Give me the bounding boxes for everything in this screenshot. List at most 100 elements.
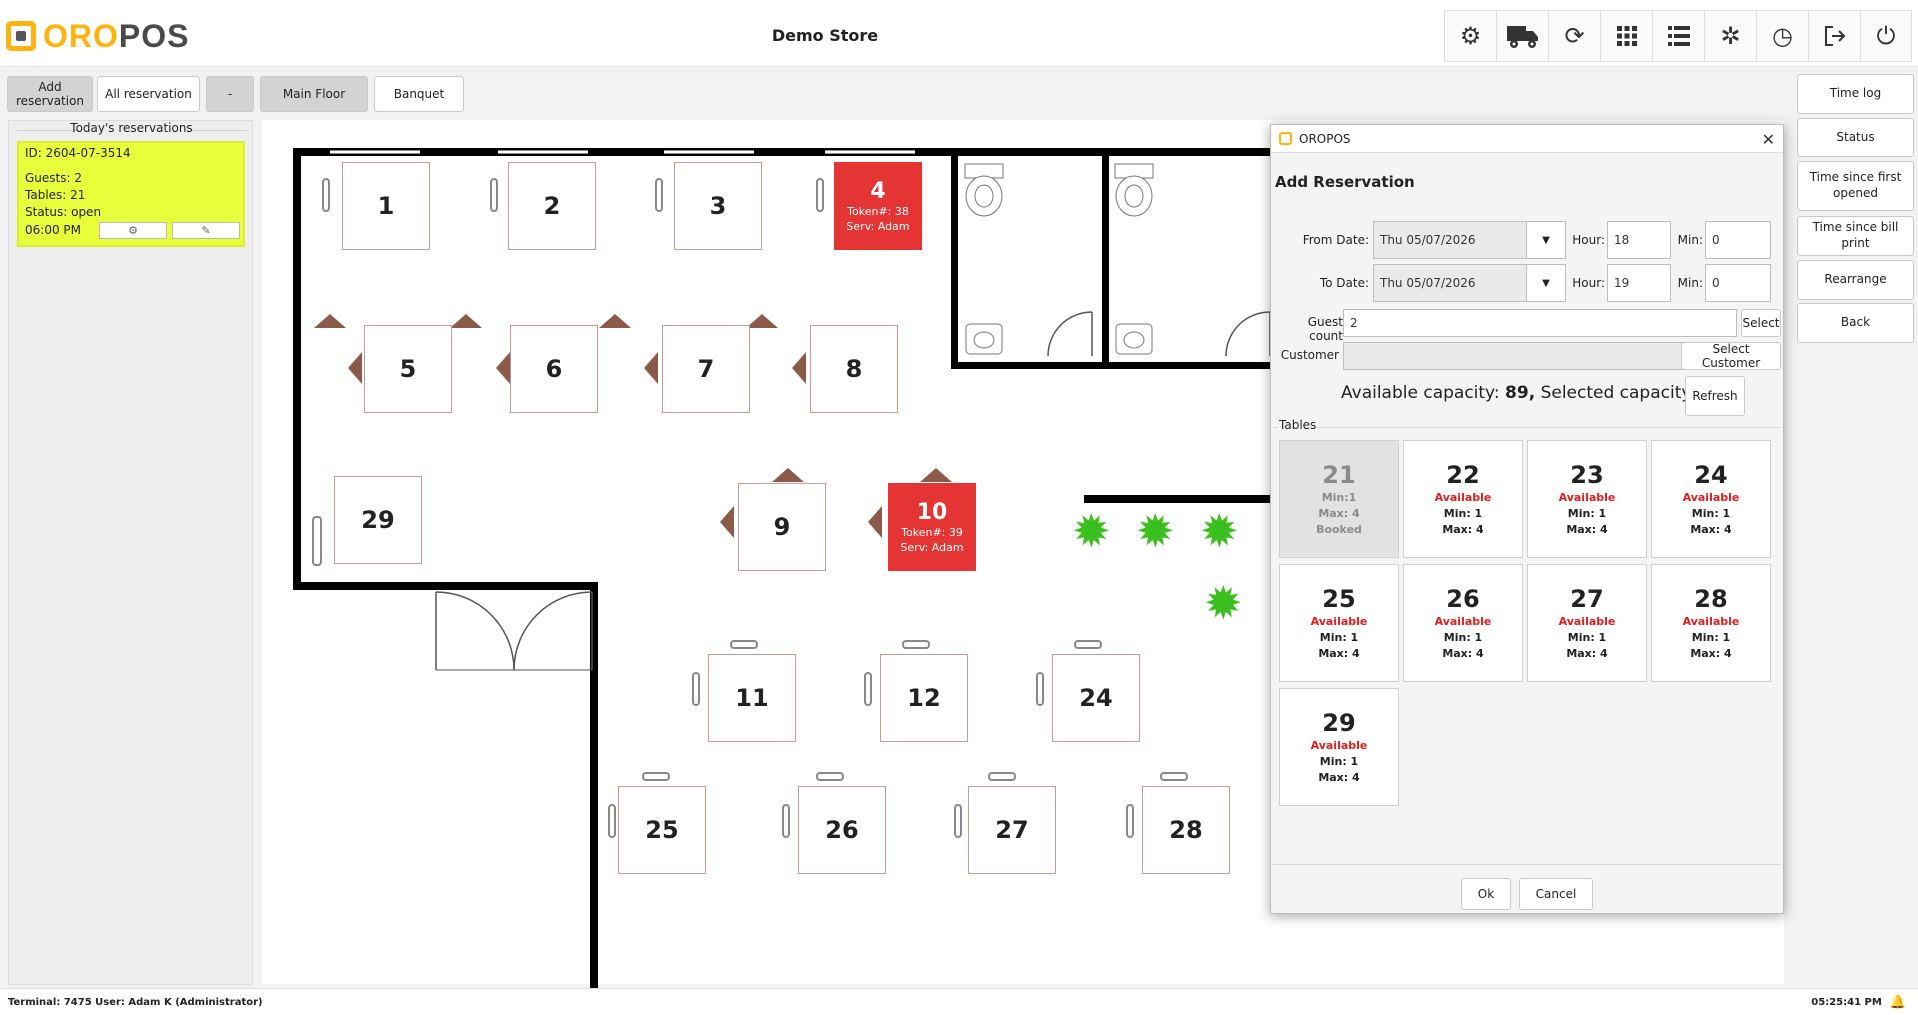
floor-table-9[interactable]: 9 bbox=[738, 483, 826, 571]
chair-icon bbox=[1074, 640, 1102, 649]
chevron-down-icon[interactable]: ▼ bbox=[1526, 221, 1566, 259]
table-cell-number: 26 bbox=[1446, 585, 1480, 613]
table-cell-22[interactable]: 22 Available Min: 1 Max: 4 bbox=[1403, 440, 1523, 558]
tools-icon[interactable]: ✲ bbox=[1704, 10, 1756, 62]
to-min-label: Min: bbox=[1677, 276, 1703, 290]
list-icon[interactable] bbox=[1652, 10, 1704, 62]
table-cell-max: Max: 4 bbox=[1318, 771, 1360, 784]
from-hour-field[interactable]: 18 bbox=[1607, 221, 1671, 259]
time-since-first-opened-button[interactable]: Time since first opened bbox=[1797, 161, 1914, 211]
chair-icon bbox=[655, 178, 663, 212]
floor-table-11[interactable]: 11 bbox=[708, 654, 796, 742]
cancel-button[interactable]: Cancel bbox=[1519, 878, 1593, 910]
chair-icon bbox=[816, 178, 824, 212]
chair-icon bbox=[692, 672, 700, 706]
guest-count-label: Guest count bbox=[1307, 315, 1343, 343]
floor-table-5[interactable]: 5 bbox=[364, 325, 452, 413]
table-cell-26[interactable]: 26 Available Min: 1 Max: 4 bbox=[1403, 564, 1523, 682]
selected-capacity-label: Selected capacity: bbox=[1540, 383, 1696, 403]
chair-icon bbox=[746, 314, 778, 328]
from-min-label: Min: bbox=[1677, 233, 1703, 247]
chair-icon bbox=[608, 804, 616, 838]
floor-table-12[interactable]: 12 bbox=[880, 654, 968, 742]
to-date-label: To Date: bbox=[1319, 276, 1369, 290]
power-icon[interactable]: ⏻ bbox=[1860, 10, 1912, 62]
reservation-edit-button[interactable]: ✎ bbox=[172, 221, 240, 239]
floor-table-26[interactable]: 26 bbox=[798, 786, 886, 874]
time-since-bill-print-button[interactable]: Time since bill print bbox=[1797, 216, 1914, 256]
time-log-button[interactable]: Time log bbox=[1797, 74, 1914, 114]
table-cell-min: Min: 1 bbox=[1319, 631, 1359, 644]
grid-icon[interactable] bbox=[1600, 10, 1652, 62]
table-cell-number: 28 bbox=[1694, 585, 1728, 613]
chevron-down-icon[interactable]: ▼ bbox=[1526, 264, 1566, 302]
guest-count-field[interactable]: 2 bbox=[1343, 309, 1737, 337]
chair-icon bbox=[782, 804, 790, 838]
floor-table-29[interactable]: 29 bbox=[334, 476, 422, 564]
table-cell-21[interactable]: 21 Min:1 Max: 4 Booked bbox=[1279, 440, 1399, 558]
table-cell-28[interactable]: 28 Available Min: 1 Max: 4 bbox=[1651, 564, 1771, 682]
chair-icon bbox=[644, 352, 658, 384]
floor-table-28[interactable]: 28 bbox=[1142, 786, 1230, 874]
floor-table-6[interactable]: 6 bbox=[510, 325, 598, 413]
select-guest-button[interactable]: Select bbox=[1741, 309, 1781, 337]
back-button[interactable]: Back bbox=[1797, 303, 1914, 343]
add-reservation-dialog: OROPOS ✕ Add Reservation From Date: Thu … bbox=[1270, 124, 1784, 914]
floor-table-2[interactable]: 2 bbox=[508, 162, 596, 250]
floor-table-24[interactable]: 24 bbox=[1052, 654, 1140, 742]
table-cell-number: 25 bbox=[1322, 585, 1356, 613]
table-cell-status: Available bbox=[1434, 491, 1492, 504]
table-cell-27[interactable]: 27 Available Min: 1 Max: 4 bbox=[1527, 564, 1647, 682]
dash-button[interactable]: - bbox=[206, 76, 254, 112]
table-cell-max: Max: 4 bbox=[1442, 523, 1484, 536]
wall bbox=[1102, 148, 1109, 362]
close-icon[interactable]: ✕ bbox=[1762, 130, 1775, 149]
all-reservation-button[interactable]: All reservation bbox=[97, 76, 200, 112]
select-customer-button[interactable]: Select Customer bbox=[1681, 342, 1781, 370]
logo-mark-icon bbox=[6, 21, 36, 51]
table-cell-29[interactable]: 29 Available Min: 1 Max: 4 bbox=[1279, 688, 1399, 806]
delivery-truck-icon[interactable] bbox=[1496, 10, 1548, 62]
floor-table-3[interactable]: 3 bbox=[674, 162, 762, 250]
terminal-info: Terminal: 7475 User: Adam K (Administrat… bbox=[8, 997, 263, 1008]
add-reservation-button[interactable]: Add reservation bbox=[7, 76, 93, 112]
chair-icon bbox=[772, 468, 804, 482]
bell-icon[interactable]: 🔔 bbox=[1890, 995, 1906, 1010]
ok-button[interactable]: Ok bbox=[1461, 878, 1511, 910]
table-cell-24[interactable]: 24 Available Min: 1 Max: 4 bbox=[1651, 440, 1771, 558]
reservation-settings-button[interactable]: ⚙ bbox=[99, 221, 167, 239]
refresh-icon[interactable]: ⟳ bbox=[1548, 10, 1600, 62]
banquet-tab[interactable]: Banquet bbox=[374, 76, 464, 112]
rearrange-button[interactable]: Rearrange bbox=[1797, 260, 1914, 300]
store-name: Demo Store bbox=[771, 26, 879, 45]
edit-icon: ✎ bbox=[201, 223, 211, 237]
restroom-icon bbox=[1114, 163, 1271, 357]
top-bar: OROPOS Demo Store ⚙ ⟳ ✲ ◷ ⏻ bbox=[0, 0, 1918, 67]
clock-history-icon[interactable]: ◷ bbox=[1756, 10, 1808, 62]
main-floor-tab[interactable]: Main Floor bbox=[260, 76, 368, 112]
floor-table-25[interactable]: 25 bbox=[618, 786, 706, 874]
floor-table-7[interactable]: 7 bbox=[662, 325, 750, 413]
from-date-field[interactable]: Thu 05/07/2026 bbox=[1373, 221, 1527, 259]
gear-icon[interactable]: ⚙ bbox=[1444, 10, 1496, 62]
to-hour-field[interactable]: 19 bbox=[1607, 264, 1671, 302]
logout-icon[interactable] bbox=[1808, 10, 1860, 62]
table-cell-status: Available bbox=[1682, 491, 1740, 504]
to-date-field[interactable]: Thu 05/07/2026 bbox=[1373, 264, 1527, 302]
table-cell-23[interactable]: 23 Available Min: 1 Max: 4 bbox=[1527, 440, 1647, 558]
status-button[interactable]: Status bbox=[1797, 118, 1914, 157]
floor-table-27[interactable]: 27 bbox=[968, 786, 1056, 874]
floor-table-10[interactable]: 10 Token#: 39 Serv: Adam bbox=[888, 483, 976, 571]
refresh-button[interactable]: Refresh bbox=[1685, 376, 1745, 416]
reservation-card[interactable]: ID: 2604-07-3514 Guests: 2 Tables: 21 St… bbox=[17, 141, 245, 247]
chair-icon bbox=[902, 640, 930, 649]
from-min-field[interactable]: 0 bbox=[1705, 221, 1771, 259]
floor-table-8[interactable]: 8 bbox=[810, 325, 898, 413]
floor-table-4[interactable]: 4 Token#: 38 Serv: Adam bbox=[834, 162, 922, 250]
to-min-field[interactable]: 0 bbox=[1705, 264, 1771, 302]
table-cell-max: Max: 4 bbox=[1442, 647, 1484, 660]
floor-table-1[interactable]: 1 bbox=[342, 162, 430, 250]
chair-icon bbox=[730, 640, 758, 649]
table-cell-25[interactable]: 25 Available Min: 1 Max: 4 bbox=[1279, 564, 1399, 682]
wall bbox=[293, 582, 598, 590]
